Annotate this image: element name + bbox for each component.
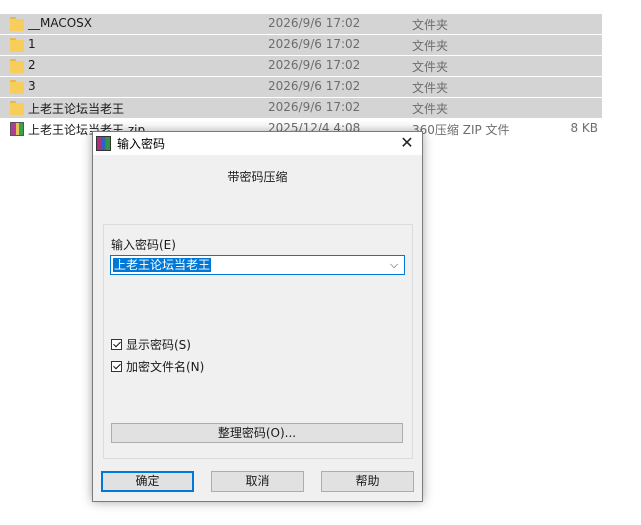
file-type: 文件夹 (412, 18, 449, 32)
file-name: 2 (28, 58, 36, 72)
close-icon[interactable]: ✕ (398, 134, 416, 152)
file-name: 1 (28, 37, 36, 51)
file-date: 2026/9/6 17:02 (268, 58, 361, 72)
file-type: 文件夹 (412, 39, 449, 53)
manage-passwords-button[interactable]: 整理密码(O)... (111, 423, 403, 443)
dialog-header: 带密码压缩 (227, 170, 288, 184)
show-password-option[interactable]: 显示密码(S) (111, 336, 191, 352)
zip-archive-icon (10, 122, 24, 136)
file-row[interactable]: 上老王论坛当老王 2026/9/6 17:02 文件夹 (0, 98, 641, 118)
folder-icon (10, 101, 24, 115)
file-type: 文件夹 (412, 81, 449, 95)
password-combobox[interactable]: 上老王论坛当老王 ⌵ (110, 255, 405, 275)
cancel-button[interactable]: 取消 (211, 471, 304, 492)
folder-icon (10, 59, 24, 73)
file-type: 文件夹 (412, 102, 449, 116)
show-password-checkbox[interactable] (111, 338, 122, 350)
folder-icon (10, 38, 24, 52)
encrypt-filenames-checkbox[interactable] (111, 360, 122, 372)
file-type: 文件夹 (412, 60, 449, 74)
file-date: 2026/9/6 17:02 (268, 16, 361, 30)
show-password-label: 显示密码(S) (126, 337, 191, 352)
encrypt-filenames-label: 加密文件名(N) (126, 359, 205, 374)
folder-icon (10, 80, 24, 94)
file-date: 2026/9/6 17:02 (268, 79, 361, 93)
chevron-down-icon[interactable]: ⌵ (388, 257, 400, 273)
password-input[interactable]: 上老王论坛当老王 (113, 258, 212, 272)
help-button[interactable]: 帮助 (321, 471, 414, 492)
folder-icon (10, 17, 24, 31)
file-name: 3 (28, 79, 36, 93)
file-date: 2026/9/6 17:02 (268, 37, 361, 51)
ok-button[interactable]: 确定 (101, 471, 194, 492)
file-date: 2026/9/6 17:02 (268, 100, 361, 114)
file-type: 360压缩 ZIP 文件 (412, 123, 510, 137)
file-row[interactable]: 3 2026/9/6 17:02 文件夹 (0, 77, 641, 97)
dialog-title: 输入密码 (117, 137, 166, 151)
file-name: 上老王论坛当老王 (28, 102, 125, 116)
file-row[interactable]: 2 2026/9/6 17:02 文件夹 (0, 56, 641, 76)
file-row[interactable]: 1 2026/9/6 17:02 文件夹 (0, 35, 641, 55)
winrar-app-icon (96, 136, 111, 151)
password-label: 输入密码(E) (111, 238, 176, 252)
file-name: __MACOSX (28, 16, 93, 30)
dialog-titlebar[interactable]: 输入密码 ✕ (93, 132, 422, 155)
encrypt-filenames-option[interactable]: 加密文件名(N) (111, 358, 204, 374)
file-row[interactable]: __MACOSX 2026/9/6 17:02 文件夹 (0, 14, 641, 34)
file-size: 8 KB (570, 121, 598, 135)
password-dialog: 输入密码 ✕ 带密码压缩 输入密码(E) 上老王论坛当老王 ⌵ 显示密码(S) … (92, 131, 423, 502)
